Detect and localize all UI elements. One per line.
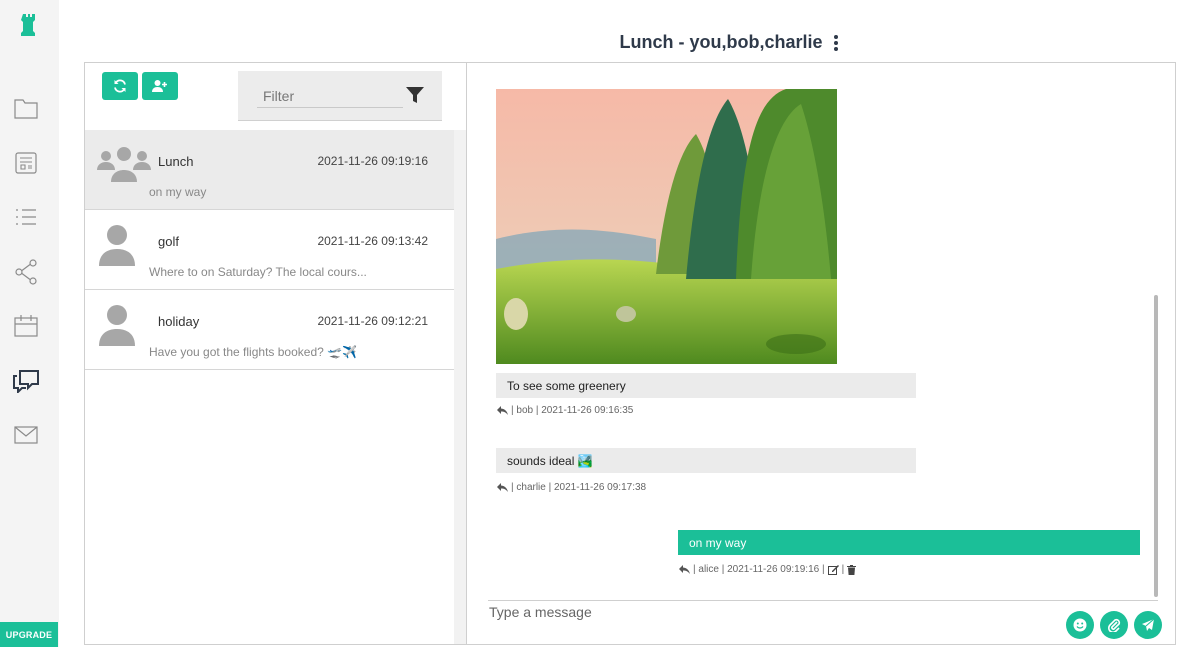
calendar-icon[interactable] xyxy=(12,312,40,340)
conversation-time: 2021-11-26 09:13:42 xyxy=(317,234,428,248)
message-bubble: To see some greenery xyxy=(496,373,916,398)
app-sidebar: UPGRADE xyxy=(0,0,59,647)
message-meta: | bob | 2021-11-26 09:16:35 xyxy=(497,405,633,416)
add-user-icon xyxy=(152,80,167,92)
conversation-list-scrollbar[interactable] xyxy=(454,130,466,644)
message-meta: | alice | 2021-11-26 09:19:16 | | xyxy=(679,564,857,575)
chat-scrollbar-thumb[interactable] xyxy=(1154,295,1158,597)
group-avatar-icon xyxy=(97,147,151,182)
list-icon[interactable] xyxy=(12,203,40,231)
message-meta: | charlie | 2021-11-26 09:17:38 xyxy=(497,482,646,493)
mail-icon[interactable] xyxy=(12,421,40,449)
conversation-item-lunch[interactable]: Lunch 2021-11-26 09:19:16 on my way xyxy=(85,130,454,210)
message-composer xyxy=(488,600,1162,644)
add-user-button[interactable] xyxy=(142,72,178,100)
send-button[interactable] xyxy=(1134,611,1162,639)
message-meta-text: | bob | 2021-11-26 09:16:35 xyxy=(511,405,634,416)
conversation-title: Lunch - you,bob,charlie xyxy=(619,32,823,52)
conversation-preview: Where to on Saturday? The local cours... xyxy=(149,265,367,279)
conversation-name: Lunch xyxy=(158,154,194,169)
filter-box xyxy=(238,71,442,121)
conversation-name: holiday xyxy=(158,314,200,329)
message-meta-text: | charlie | 2021-11-26 09:17:38 xyxy=(511,482,647,493)
message-bubble-own: on my way xyxy=(678,530,1140,555)
conversation-preview: Have you got the flights booked? 🛫✈️ xyxy=(149,345,358,359)
message-bubble: sounds ideal 🏞️ xyxy=(496,448,916,473)
conversation-item-golf[interactable]: golf 2021-11-26 09:13:42 Where to on Sat… xyxy=(85,210,454,290)
meta-separator: | xyxy=(841,564,845,575)
conversation-list-pane: Lunch 2021-11-26 09:19:16 on my way golf… xyxy=(85,63,467,644)
more-vertical-icon[interactable] xyxy=(831,34,841,52)
paperclip-icon xyxy=(1107,618,1121,632)
reply-icon[interactable] xyxy=(497,406,508,415)
filter-input[interactable] xyxy=(257,84,403,108)
message-image[interactable] xyxy=(496,89,837,364)
user-avatar-icon xyxy=(99,305,135,346)
reply-icon[interactable] xyxy=(679,565,690,574)
conversation-preview: on my way xyxy=(149,185,207,199)
conversation-time: 2021-11-26 09:12:21 xyxy=(317,314,428,328)
upgrade-button[interactable]: UPGRADE xyxy=(0,622,58,647)
chat-icon[interactable] xyxy=(12,367,40,395)
send-icon xyxy=(1142,618,1155,631)
refresh-button[interactable] xyxy=(102,72,138,100)
conversation-list: Lunch 2021-11-26 09:19:16 on my way golf… xyxy=(85,130,454,370)
conversation-name: golf xyxy=(158,234,179,249)
edit-icon[interactable] xyxy=(827,564,839,575)
conversation-header: Lunch - you,bob,charlie xyxy=(470,32,990,53)
chat-window: Lunch 2021-11-26 09:19:16 on my way golf… xyxy=(84,62,1176,645)
reply-icon[interactable] xyxy=(497,483,508,492)
list-toolbar xyxy=(85,63,466,130)
refresh-icon xyxy=(114,79,126,93)
conversation-time: 2021-11-26 09:19:16 xyxy=(317,154,428,168)
emoji-button[interactable] xyxy=(1066,611,1094,639)
smiley-icon xyxy=(1073,618,1087,632)
filter-icon[interactable] xyxy=(406,86,424,104)
attach-button[interactable] xyxy=(1100,611,1128,639)
message-meta-text: | alice | 2021-11-26 09:19:16 | xyxy=(693,564,825,575)
conversation-item-holiday[interactable]: holiday 2021-11-26 09:12:21 Have you got… xyxy=(85,290,454,370)
document-icon[interactable] xyxy=(12,149,40,177)
folder-icon[interactable] xyxy=(12,94,40,122)
share-icon[interactable] xyxy=(12,258,40,286)
chat-pane: To see some greenery | bob | 2021-11-26 … xyxy=(468,63,1175,644)
user-avatar-icon xyxy=(99,225,135,266)
logo-icon[interactable] xyxy=(21,14,37,36)
delete-icon[interactable] xyxy=(847,564,857,575)
message-input[interactable] xyxy=(488,602,1048,622)
